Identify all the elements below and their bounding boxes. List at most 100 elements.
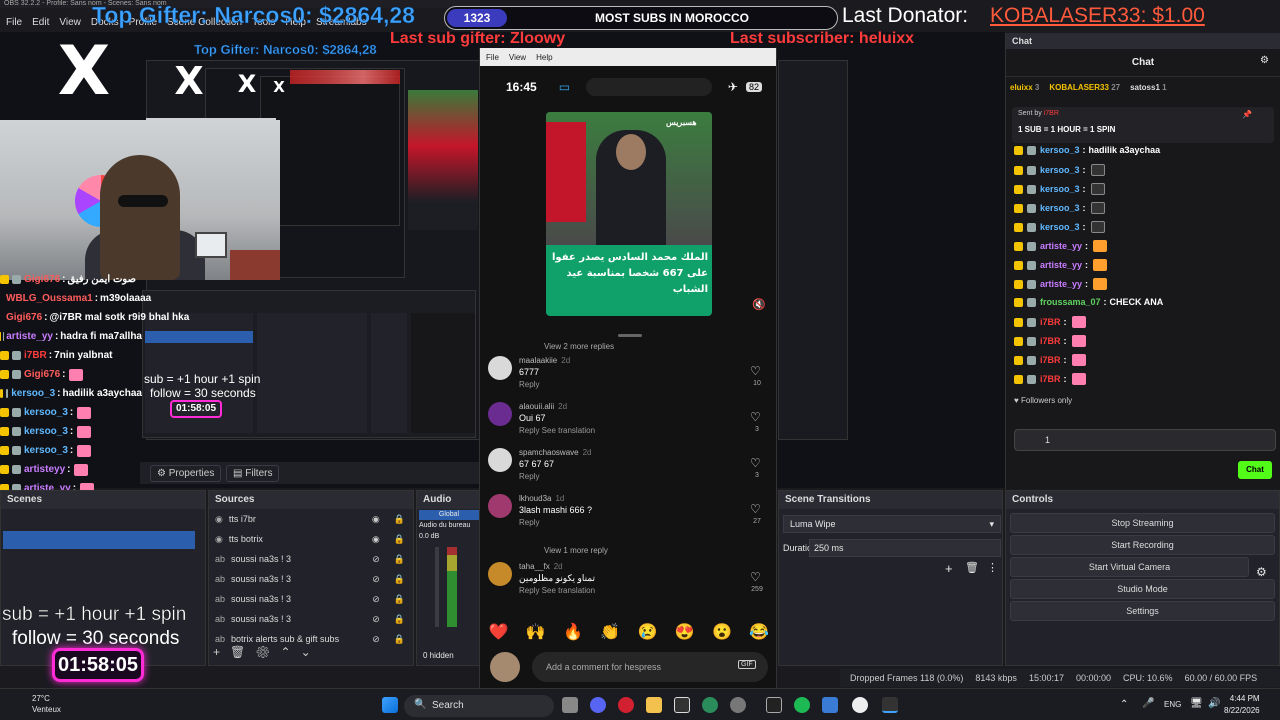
chat-username[interactable]: artiste_yy bbox=[1040, 241, 1082, 251]
like-heart-icon[interactable]: ♡ bbox=[750, 364, 761, 378]
transition-more-icon[interactable]: ⋮ bbox=[987, 561, 998, 574]
chat-username[interactable]: WBLG_Oussama1 bbox=[6, 293, 93, 304]
lock-icon[interactable]: 🔒 bbox=[394, 514, 405, 525]
chat-username[interactable]: i7BR bbox=[24, 350, 47, 361]
chat-username[interactable]: artiste_yy bbox=[1040, 260, 1082, 270]
opera-icon[interactable] bbox=[618, 697, 634, 713]
top-supporter-1[interactable]: eluixx 3 bbox=[1010, 83, 1039, 97]
drag-handle[interactable] bbox=[618, 334, 642, 337]
comment-avatar[interactable] bbox=[488, 448, 512, 472]
move-down-icon[interactable]: ⌄ bbox=[301, 645, 311, 659]
comment-actions[interactable]: Reply bbox=[519, 518, 539, 527]
lock-icon[interactable]: 🔒 bbox=[394, 534, 405, 545]
emoji-heart-eyes[interactable]: 😍 bbox=[675, 622, 695, 642]
pin-icon[interactable]: 📌 bbox=[1242, 110, 1252, 119]
lock-icon[interactable]: 🔒 bbox=[394, 614, 405, 625]
comment-avatar[interactable] bbox=[488, 356, 512, 380]
phone-menu-help[interactable]: Help bbox=[536, 53, 552, 62]
news-video-card[interactable]: هسبريس الملك محمد السادس يصدر عفوا على 6… bbox=[546, 112, 712, 316]
microphone-icon[interactable]: 🎤 bbox=[1142, 698, 1154, 709]
top-supporter-2[interactable]: KOBALASER33 27 bbox=[1049, 83, 1120, 97]
emoji-fire[interactable]: 🔥 bbox=[563, 622, 583, 642]
chat-settings-icon[interactable]: ⚙ bbox=[1260, 55, 1269, 66]
comment-avatar[interactable] bbox=[488, 562, 512, 586]
weather-widget[interactable]: 27°C Venteux bbox=[32, 693, 61, 715]
visibility-eye-icon[interactable]: ⊘ bbox=[372, 574, 380, 585]
comment-avatar[interactable] bbox=[488, 494, 512, 518]
mute-icon[interactable]: 🔇 bbox=[752, 298, 766, 311]
menu-edit[interactable]: Edit bbox=[32, 17, 49, 28]
menu-file[interactable]: File bbox=[6, 17, 22, 28]
like-heart-icon[interactable]: ♡ bbox=[750, 502, 761, 516]
emoji-raised-hands[interactable]: 🙌 bbox=[526, 622, 546, 642]
lock-icon[interactable]: 🔒 bbox=[394, 594, 405, 605]
emoji-clap[interactable]: 👏 bbox=[600, 622, 620, 642]
chat-username[interactable]: i7BR bbox=[1040, 317, 1061, 327]
emoji-sad[interactable]: 😢 bbox=[638, 622, 658, 642]
chat-username[interactable]: kersoo_3 bbox=[1040, 203, 1080, 213]
transition-add-icon[interactable]: + bbox=[945, 561, 953, 576]
start-virtual-camera-button[interactable]: Start Virtual Camera bbox=[1010, 557, 1249, 577]
source-item[interactable]: ab soussi na3s ! 3 ⊘ 🔒 bbox=[209, 609, 413, 629]
comment-avatar[interactable] bbox=[488, 402, 512, 426]
scene-selected[interactable] bbox=[3, 531, 195, 549]
properties-button[interactable]: ⚙ Properties bbox=[150, 465, 222, 482]
spotify-icon[interactable] bbox=[794, 697, 810, 713]
visibility-eye-icon[interactable]: ◉ bbox=[372, 534, 380, 545]
taskbar-clock[interactable]: 4:44 PM 8/22/2026 bbox=[1224, 693, 1260, 717]
gif-button[interactable]: GIF bbox=[738, 660, 756, 669]
chat-username[interactable]: i7BR bbox=[1040, 374, 1061, 384]
like-heart-icon[interactable]: ♡ bbox=[750, 456, 761, 470]
top-supporter-3[interactable]: satoss1 1 bbox=[1130, 83, 1166, 97]
source-gear-icon[interactable]: ⚙ bbox=[255, 645, 270, 659]
comment-actions[interactable]: Reply See translation bbox=[519, 426, 595, 435]
chat-username[interactable]: i7BR bbox=[1040, 355, 1061, 365]
windows-start-icon[interactable] bbox=[382, 697, 398, 713]
comment-actions[interactable]: Reply bbox=[519, 472, 539, 481]
obs-taskbar-icon[interactable] bbox=[882, 697, 898, 713]
chat-username[interactable]: artiste_yy bbox=[1040, 279, 1082, 289]
view-more-replies-2[interactable]: View 2 more replies bbox=[544, 342, 614, 351]
comment-username[interactable]: alaouii.alii bbox=[519, 402, 554, 411]
network-icon[interactable]: 🖥 bbox=[1190, 698, 1203, 709]
globe-icon[interactable] bbox=[702, 697, 718, 713]
transition-trash-icon[interactable]: 🗑 bbox=[965, 561, 979, 574]
filters-button[interactable]: ▤ Filters bbox=[226, 465, 280, 482]
stop-streaming-button[interactable]: Stop Streaming bbox=[1010, 513, 1275, 533]
app-icon[interactable] bbox=[822, 697, 838, 713]
chat-username[interactable]: artiste_yy bbox=[6, 331, 53, 342]
transition-select[interactable]: Luma Wipe ▾ bbox=[783, 515, 1001, 533]
trash-icon[interactable]: 🗑 bbox=[230, 645, 245, 659]
source-item[interactable]: ab soussi na3s ! 3 ⊘ 🔒 bbox=[209, 589, 413, 609]
chat-username[interactable]: Gigi676 bbox=[24, 274, 60, 285]
source-item[interactable]: ab soussi na3s ! 3 ⊘ 🔒 bbox=[209, 549, 413, 569]
volume-icon[interactable]: 🔊 bbox=[1208, 698, 1220, 709]
move-up-icon[interactable]: ⌃ bbox=[281, 645, 291, 659]
virtual-camera-gear-icon[interactable]: ⚙ bbox=[1256, 565, 1267, 579]
folder-icon[interactable] bbox=[646, 697, 662, 713]
chat-username[interactable]: kersoo_3 bbox=[24, 426, 68, 437]
tray-chevron-icon[interactable]: ⌃ bbox=[1120, 699, 1128, 710]
chat-username[interactable]: Gigi676 bbox=[6, 312, 42, 323]
lock-icon[interactable]: 🔒 bbox=[394, 634, 405, 645]
terminal-icon[interactable] bbox=[766, 697, 782, 713]
chat-username[interactable]: kersoo_3 bbox=[1040, 184, 1080, 194]
phone-menu-view[interactable]: View bbox=[509, 53, 526, 62]
visibility-eye-icon[interactable]: ◉ bbox=[372, 514, 380, 525]
comment-username[interactable]: taha__fx bbox=[519, 562, 550, 571]
like-heart-icon[interactable]: ♡ bbox=[750, 570, 761, 584]
discord-icon[interactable] bbox=[590, 697, 606, 713]
add-source-icon[interactable]: + bbox=[213, 645, 220, 659]
chat-username[interactable]: kersoo_3 bbox=[11, 388, 55, 399]
start-recording-button[interactable]: Start Recording bbox=[1010, 535, 1275, 555]
like-heart-icon[interactable]: ♡ bbox=[750, 410, 761, 424]
settings-app-icon[interactable] bbox=[730, 697, 746, 713]
source-item[interactable]: ab soussi na3s ! 3 ⊘ 🔒 bbox=[209, 569, 413, 589]
chat-username[interactable]: i7BR bbox=[1040, 336, 1061, 346]
chat-username[interactable]: kersoo_3 bbox=[1040, 165, 1080, 175]
chat-username[interactable]: artisteyy bbox=[24, 464, 65, 475]
emoji-surprised[interactable]: 😮 bbox=[712, 622, 732, 642]
visibility-eye-icon[interactable]: ⊘ bbox=[372, 554, 380, 565]
visibility-eye-icon[interactable]: ⊘ bbox=[372, 614, 380, 625]
comment-username[interactable]: spamchaoswave bbox=[519, 448, 579, 457]
